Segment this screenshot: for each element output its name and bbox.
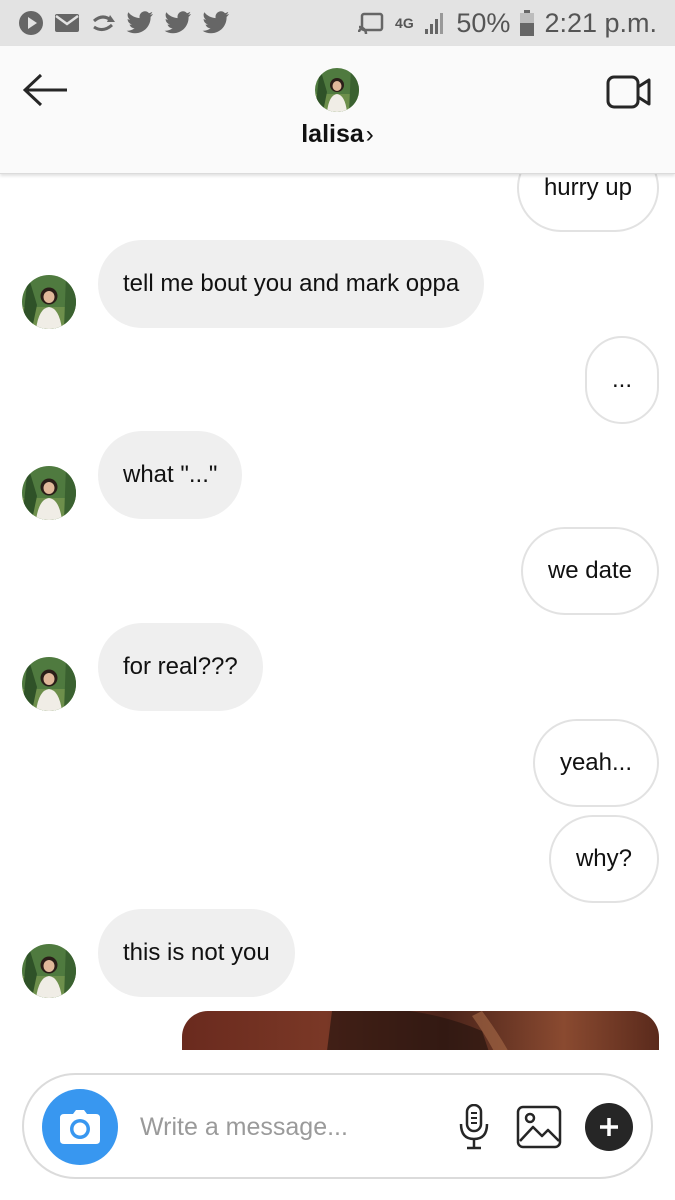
message-thread[interactable]: hurry up tell me bout you and mark oppa …	[0, 174, 675, 1050]
camera-button[interactable]	[42, 1089, 118, 1165]
conversation-header: lalisa›	[0, 46, 675, 174]
cast-icon	[358, 12, 384, 34]
message-text: hurry up	[543, 174, 632, 201]
twitter-icon	[202, 11, 230, 35]
contact-name[interactable]: lalisa›	[0, 120, 675, 149]
clock: 2:21 p.m.	[544, 7, 657, 38]
battery-percent: 50%	[456, 7, 511, 38]
system-status: 4G 50% 2:21 p.m.	[358, 8, 657, 39]
microphone-button[interactable]	[454, 1103, 494, 1151]
back-button[interactable]	[22, 70, 70, 110]
message-text: ...	[611, 366, 632, 393]
message-text: this is not you	[123, 939, 270, 966]
sender-avatar[interactable]	[22, 466, 76, 520]
mail-icon	[54, 12, 80, 34]
network-type: 4G	[395, 15, 414, 31]
message-text: what "..."	[123, 461, 218, 488]
video-camera-icon	[606, 75, 651, 109]
microphone-icon	[459, 1104, 489, 1150]
message-bubble-outgoing[interactable]: ...	[584, 336, 659, 424]
message-bubble-incoming[interactable]: tell me bout you and mark oppa	[98, 240, 485, 328]
sender-avatar[interactable]	[22, 657, 76, 711]
signal-icon	[424, 11, 446, 35]
message-bubble-outgoing[interactable]: we date	[520, 527, 659, 615]
message-text: we date	[547, 557, 632, 584]
plus-icon	[600, 1118, 618, 1136]
play-icon	[18, 10, 44, 36]
message-text: yeah...	[559, 749, 632, 776]
data-sync-icon	[90, 11, 116, 35]
message-bubble-outgoing[interactable]: hurry up	[516, 174, 659, 232]
gallery-button[interactable]	[515, 1103, 563, 1151]
twitter-icon	[126, 11, 154, 35]
chevron-right-icon: ›	[365, 121, 374, 148]
gallery-icon	[516, 1105, 562, 1149]
username: lalisa	[301, 120, 364, 148]
message-bubble-incoming[interactable]: this is not you	[98, 909, 295, 997]
message-text: why?	[575, 845, 632, 872]
plus-button[interactable]	[585, 1103, 633, 1151]
camera-icon	[60, 1110, 100, 1144]
sender-avatar[interactable]	[22, 944, 76, 998]
message-composer	[22, 1073, 653, 1179]
message-bubble-incoming[interactable]: for real???	[98, 623, 263, 711]
message-bubble-incoming[interactable]: what "..."	[98, 431, 243, 519]
back-arrow-icon	[23, 73, 67, 107]
image-message[interactable]	[182, 1011, 659, 1050]
notification-icons	[18, 10, 230, 36]
status-bar: 4G 50% 2:21 p.m.	[0, 0, 675, 46]
sender-avatar[interactable]	[22, 275, 76, 329]
video-call-button[interactable]	[605, 72, 653, 112]
message-bubble-outgoing[interactable]: yeah...	[532, 719, 659, 807]
message-bubble-outgoing[interactable]: why?	[548, 815, 659, 903]
message-text: tell me bout you and mark oppa	[123, 270, 460, 297]
message-input[interactable]	[140, 1105, 440, 1149]
message-text: for real???	[123, 653, 238, 680]
battery-icon	[520, 10, 535, 36]
twitter-icon	[164, 11, 192, 35]
header-avatar[interactable]	[315, 68, 359, 112]
